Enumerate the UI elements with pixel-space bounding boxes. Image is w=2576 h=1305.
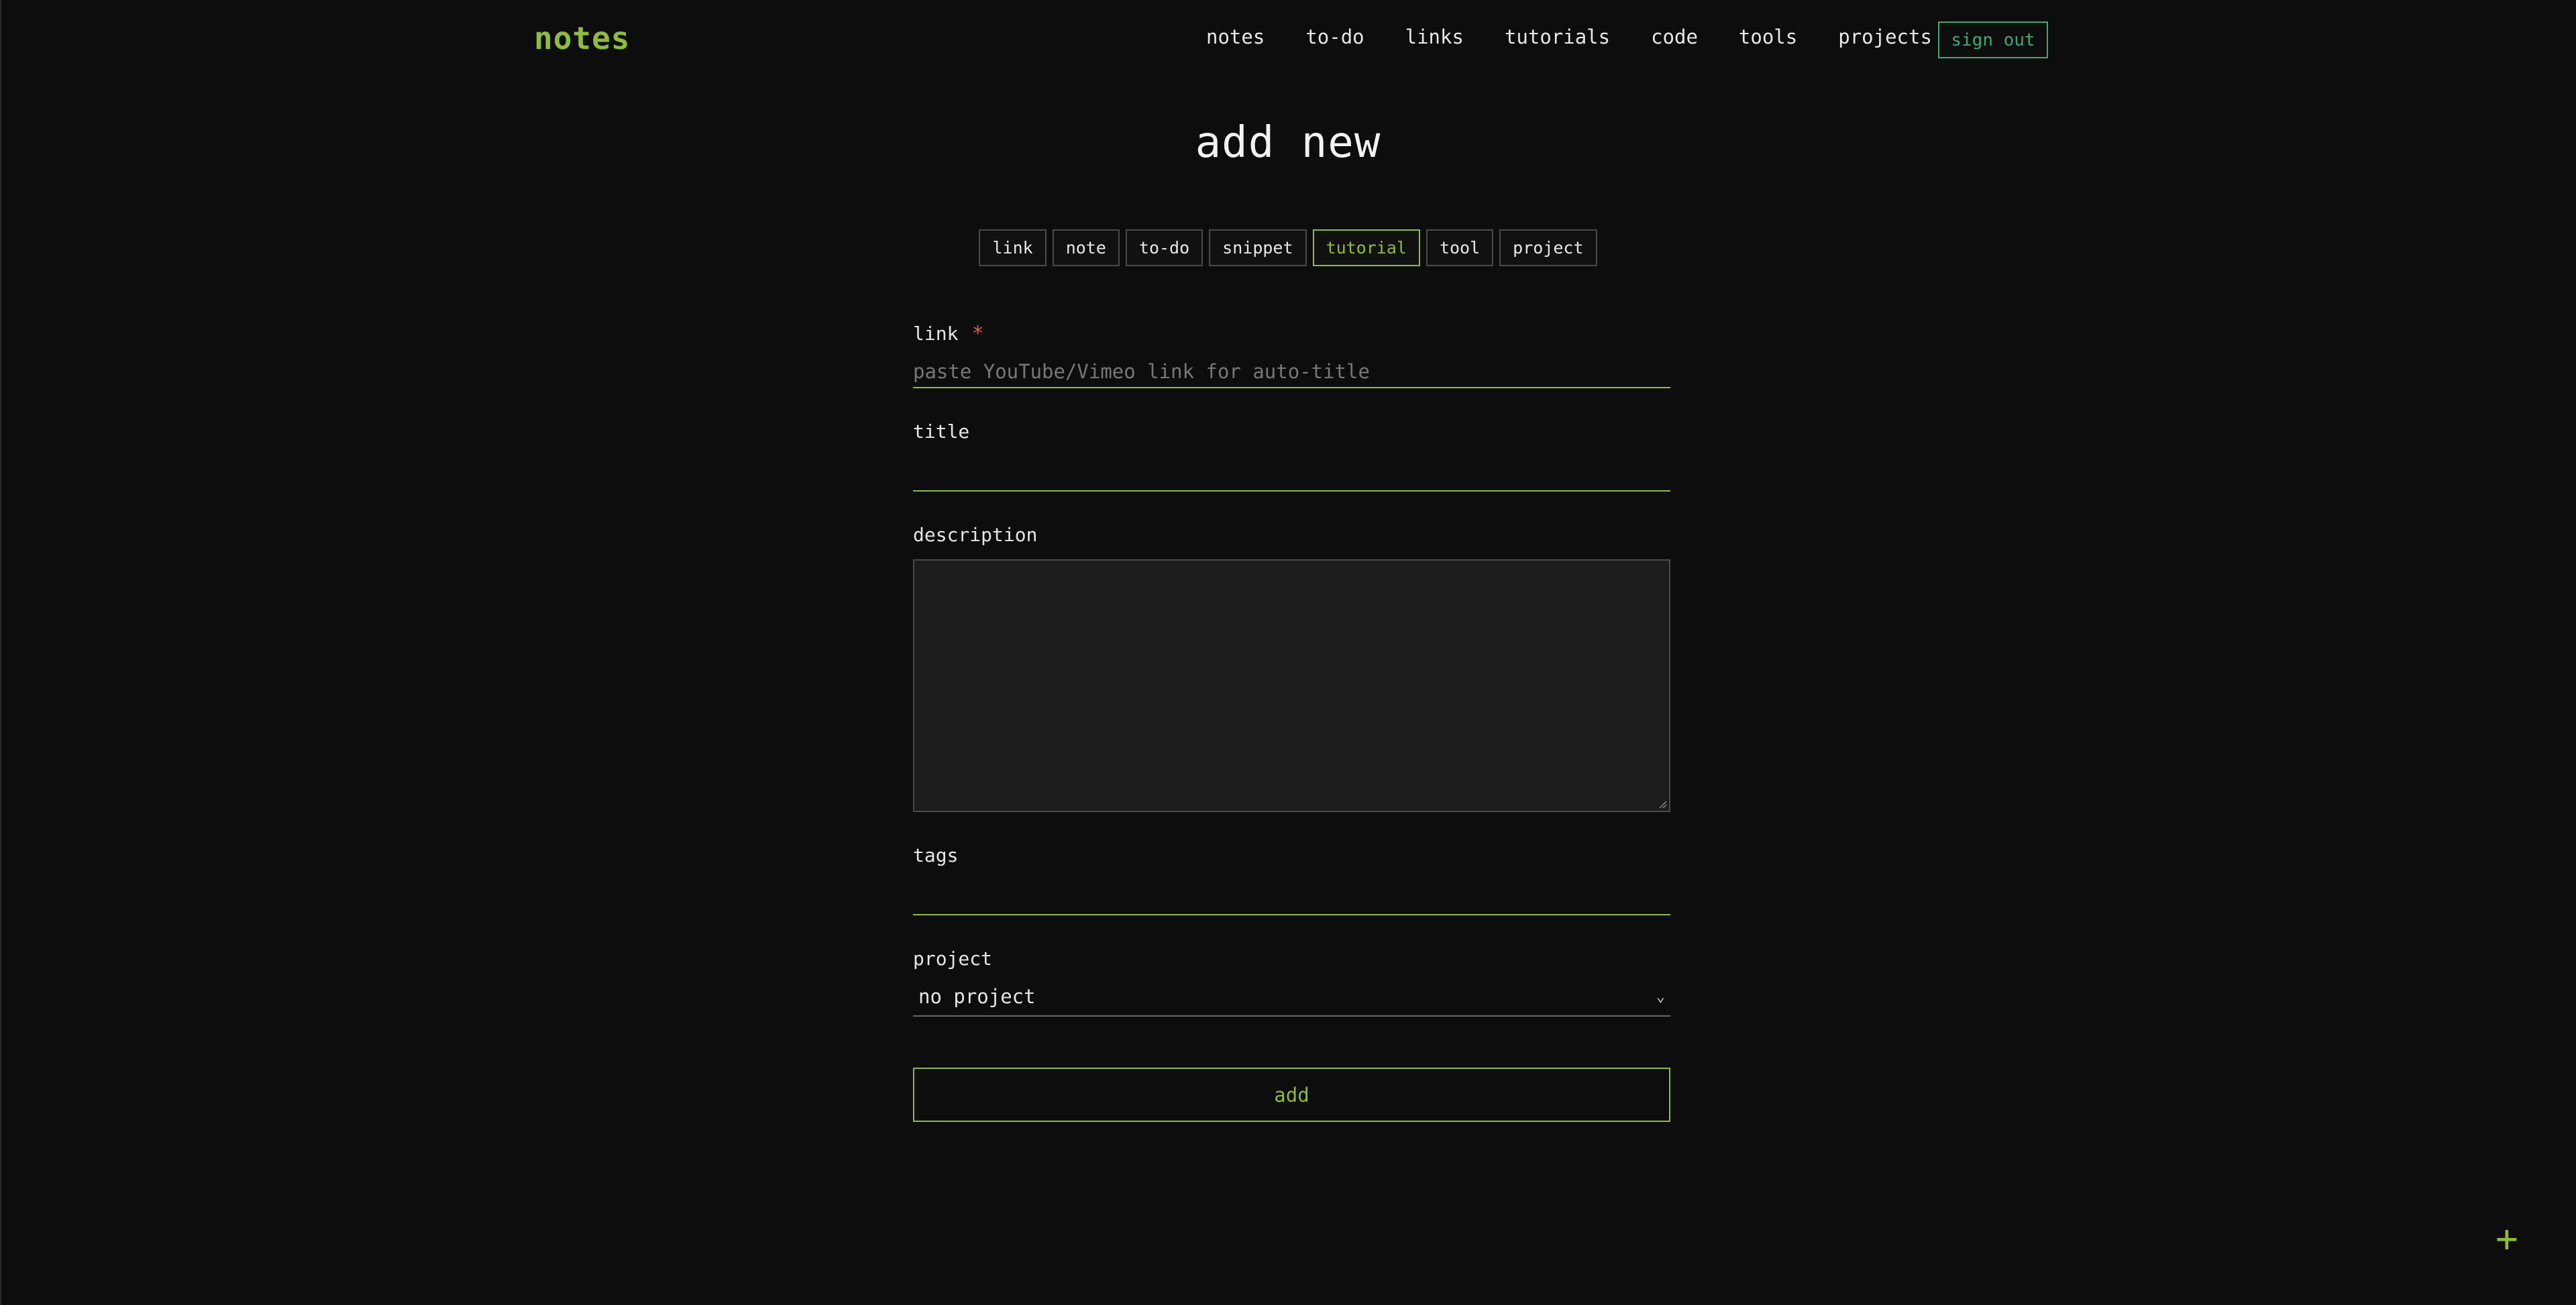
project-select-value: no project <box>918 985 1036 1008</box>
title-input[interactable] <box>913 448 1670 492</box>
resize-handle-icon[interactable] <box>1658 799 1667 809</box>
type-tool-button[interactable]: tool <box>1426 229 1494 266</box>
logo[interactable]: notes <box>534 20 630 56</box>
link-input[interactable]: paste YouTube/Vimeo link for auto-title <box>913 351 1670 388</box>
type-link-button[interactable]: link <box>979 229 1046 266</box>
project-label: project <box>913 948 993 970</box>
type-selector: link note to-do snippet tutorial tool pr… <box>0 229 2576 266</box>
add-fab-button[interactable]: + <box>2496 1221 2518 1258</box>
nav-item-code[interactable]: code <box>1651 25 1698 48</box>
link-label: link * <box>913 322 1670 345</box>
type-project-button[interactable]: project <box>1499 229 1597 266</box>
add-form: link * paste YouTube/Vimeo link for auto… <box>913 322 1670 1122</box>
description-textarea[interactable] <box>913 559 1670 812</box>
tags-input[interactable] <box>913 872 1670 915</box>
nav-item-projects[interactable]: projects <box>1838 25 1932 48</box>
type-note-button[interactable]: note <box>1052 229 1120 266</box>
page-title: add new <box>1195 118 1381 168</box>
header: notes notes to-do links tutorials code t… <box>0 0 2576 80</box>
nav-item-notes[interactable]: notes <box>1206 25 1265 48</box>
nav-item-todo[interactable]: to-do <box>1305 25 1364 48</box>
type-snippet-button[interactable]: snippet <box>1209 229 1307 266</box>
nav-item-tutorials[interactable]: tutorials <box>1505 25 1610 48</box>
title-label: title <box>913 420 970 443</box>
type-todo-button[interactable]: to-do <box>1125 229 1203 266</box>
nav-item-links[interactable]: links <box>1405 25 1464 48</box>
sign-out-button[interactable]: sign out <box>1938 21 2048 58</box>
nav-item-tools[interactable]: tools <box>1739 25 1797 48</box>
main-nav: notes to-do links tutorials code tools p… <box>1206 25 1973 48</box>
project-select[interactable]: no project ⌄ <box>913 978 1670 1017</box>
chevron-down-icon: ⌄ <box>1656 988 1665 1005</box>
add-button[interactable]: add <box>913 1068 1670 1122</box>
description-label: description <box>913 524 1038 546</box>
required-marker: * <box>971 322 984 345</box>
link-label-text: link <box>913 323 959 345</box>
type-tutorial-button[interactable]: tutorial <box>1312 229 1420 266</box>
tags-label: tags <box>913 844 959 866</box>
